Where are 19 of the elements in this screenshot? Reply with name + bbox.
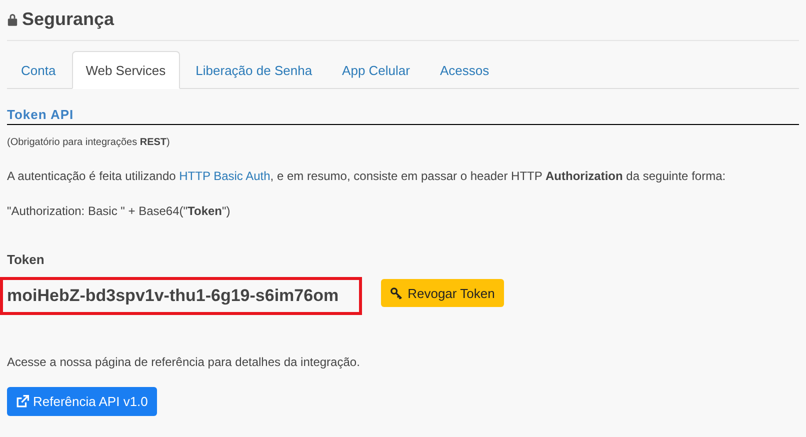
tab[interactable]: Web Services [72, 51, 180, 89]
section-title: Token API [7, 107, 799, 125]
note-text: (Obrigatório para integrações REST) [7, 137, 171, 148]
header-format-text: "Authorization: Basic " + Base64("Token") [7, 204, 232, 218]
tab[interactable]: Acessos [426, 51, 504, 89]
revoke-button[interactable]: Revogar Token [380, 279, 504, 307]
reference-button[interactable]: Referência API v1.0 [7, 387, 157, 416]
token-value: moiHebZ-bd3spv1v-thu1-6g19-s6im76om [0, 277, 362, 315]
tab[interactable]: App Celular [328, 51, 424, 89]
lock-icon [7, 13, 18, 26]
tab[interactable]: Liberação de Senha [182, 51, 326, 89]
paragraph: A autenticação é feita utilizando HTTP Basic Auth, e em resumo, consiste em passar o header HTTP Authorization da seguinte forma: [7, 169, 727, 183]
token-label: Token [7, 252, 46, 267]
tab[interactable]: Conta [7, 51, 70, 89]
reference-text: Acesse a nossa página de referência para detalhes da integração. [7, 355, 361, 369]
page-title: Segurança [22, 9, 114, 30]
external-link-icon [16, 395, 29, 408]
link[interactable]: HTTP Basic Auth [179, 169, 270, 183]
key-icon [390, 286, 403, 300]
